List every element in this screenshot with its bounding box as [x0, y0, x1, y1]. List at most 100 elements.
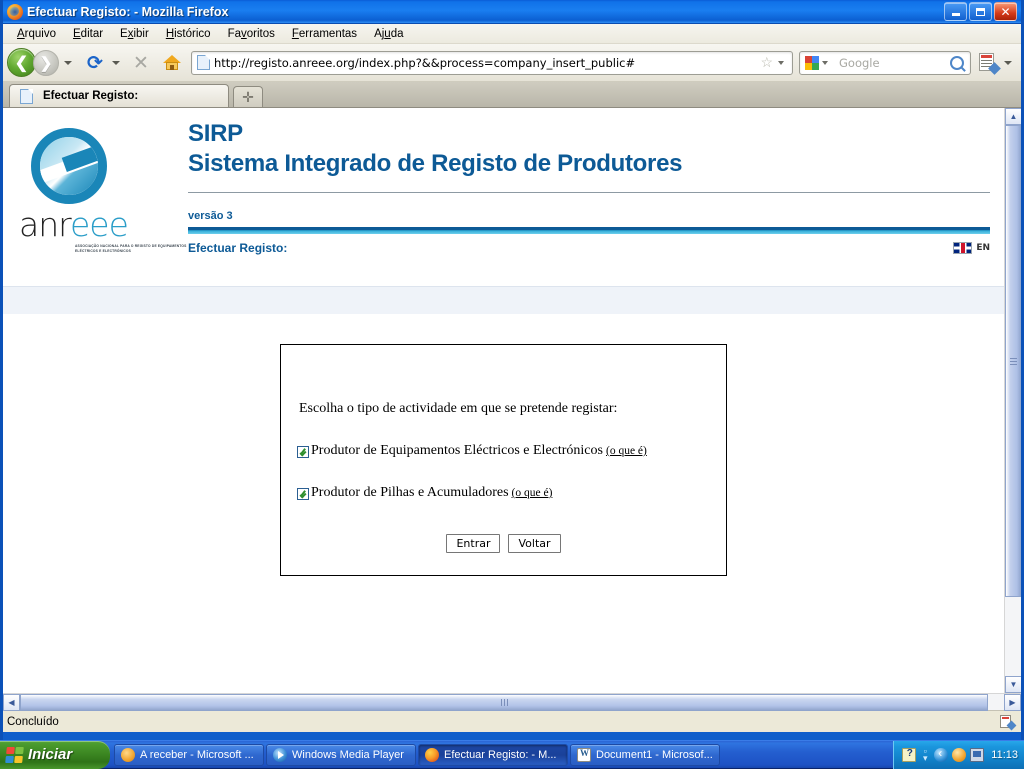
system-tray: ▫▾ 11:13 — [893, 741, 1024, 769]
menu-ajuda[interactable]: Ajuda — [366, 26, 411, 42]
scroll-left-button[interactable]: ◀ — [3, 694, 20, 711]
taskbar-items: A receber - Microsoft ... Windows Media … — [110, 744, 893, 766]
taskbar-item-word[interactable]: Document1 - Microsof... — [570, 744, 720, 766]
language-code: EN — [976, 243, 990, 253]
tab-efectuar-registo[interactable]: Efectuar Registo: — [9, 84, 229, 107]
option-row-batteries[interactable]: Produtor de Pilhas e Acumuladores(o que … — [297, 485, 726, 501]
site-header: anreee ASSOCIAÇÃO NACIONAL PARA O REGIST… — [3, 108, 1004, 286]
tray-blue-icon[interactable] — [934, 748, 948, 762]
word-icon — [577, 748, 591, 762]
help-icon[interactable] — [902, 748, 916, 762]
taskbar-item-firefox[interactable]: Efectuar Registo: - M... — [418, 744, 568, 766]
horizontal-scrollbar[interactable]: ◀ ▶ — [3, 693, 1021, 710]
feed-subscribe-icon[interactable] — [977, 52, 999, 74]
start-label: Iniciar — [28, 746, 72, 763]
vertical-scroll-thumb[interactable] — [1005, 125, 1021, 597]
network-icon[interactable] — [970, 748, 984, 762]
taskbar-item-wmp[interactable]: Windows Media Player — [266, 744, 416, 766]
header-divider — [188, 192, 990, 193]
search-input[interactable]: Google — [839, 56, 950, 70]
search-engine-dropdown-icon[interactable] — [822, 61, 828, 65]
menu-ferramentas[interactable]: Ferramentas — [284, 26, 365, 42]
form-prompt: Escolha o tipo de actividade em que se p… — [299, 401, 726, 417]
tab-label: Efectuar Registo: — [43, 90, 138, 102]
stop-icon[interactable]: ✕ — [129, 51, 153, 75]
anreee-logo-icon — [31, 128, 107, 204]
breadcrumb: Efectuar Registo: EN — [188, 241, 990, 255]
browser-window: Efectuar Registo: - Mozilla Firefox ✕ Ar… — [0, 0, 1024, 740]
toolbar-overflow-icon[interactable] — [1004, 61, 1012, 65]
horizontal-scroll-thumb[interactable] — [20, 694, 988, 711]
site-logo[interactable]: anreee ASSOCIAÇÃO NACIONAL PARA O REGIST… — [3, 120, 188, 286]
tabbar: Efectuar Registo: ✛ — [3, 82, 1021, 108]
history-dropdown-icon[interactable] — [64, 61, 72, 65]
uk-flag-icon — [953, 242, 972, 254]
submit-button[interactable]: Entrar — [446, 534, 500, 553]
option-label-eee: Produtor de Equipamentos Eléctricos e El… — [311, 443, 647, 459]
google-icon — [805, 56, 819, 70]
back-icon[interactable]: ❮ — [7, 48, 36, 77]
minimize-button[interactable] — [944, 2, 967, 21]
page-title-acronym: SIRP — [188, 120, 990, 148]
vertical-scrollbar[interactable]: ▲ ▼ — [1004, 108, 1021, 693]
taskbar-item-label: A receber - Microsoft ... — [140, 749, 254, 761]
bookmark-star-icon[interactable]: ☆ — [760, 54, 773, 71]
header-strip — [3, 286, 1004, 314]
wmp-icon — [273, 748, 287, 762]
form-actions: Entrar Voltar — [281, 534, 726, 553]
scroll-grip-icon — [1010, 358, 1017, 365]
logo-subtitle: ASSOCIAÇÃO NACIONAL PARA O REGISTO DE EQ… — [75, 244, 187, 254]
menu-favoritos[interactable]: Favoritos — [220, 26, 283, 42]
menu-historico[interactable]: Histórico — [158, 26, 219, 42]
scroll-down-button[interactable]: ▼ — [1005, 676, 1021, 693]
window-controls: ✕ — [944, 2, 1019, 21]
tab-page-icon — [20, 89, 33, 104]
vertical-scroll-track[interactable] — [1005, 125, 1021, 676]
window-titlebar[interactable]: Efectuar Registo: - Mozilla Firefox ✕ — [3, 0, 1021, 24]
menu-exibir[interactable]: Exibir — [112, 26, 157, 42]
taskbar-item-label: Document1 - Microsof... — [596, 749, 713, 761]
reload-dropdown-icon[interactable] — [112, 61, 120, 65]
page-icon — [197, 55, 210, 70]
url-dropdown-icon[interactable] — [778, 61, 784, 65]
web-page: anreee ASSOCIAÇÃO NACIONAL PARA O REGIST… — [3, 108, 1004, 693]
content-area: Escolha o tipo de actividade em que se p… — [3, 314, 1004, 576]
start-button[interactable]: Iniciar — [0, 741, 110, 769]
taskbar-item-label: Windows Media Player — [292, 749, 404, 761]
clock[interactable]: 11:13 — [991, 749, 1018, 761]
help-link-batteries[interactable]: (o que é) — [512, 487, 553, 499]
new-tab-button[interactable]: ✛ — [233, 86, 263, 107]
menu-arquivo[interactable]: Arquivo — [9, 26, 64, 42]
tray-expand-icon[interactable]: ▫▾ — [920, 748, 930, 762]
reload-icon[interactable]: ⟳ — [83, 51, 107, 75]
menubar: Arquivo Editar Exibir Histórico Favorito… — [3, 24, 1021, 44]
option-row-eee[interactable]: Produtor de Equipamentos Eléctricos e El… — [297, 443, 726, 459]
maximize-button[interactable] — [969, 2, 992, 21]
horizontal-scroll-track[interactable] — [20, 694, 1004, 710]
checkbox-batteries[interactable] — [297, 488, 309, 500]
scroll-right-button[interactable]: ▶ — [1004, 694, 1021, 711]
help-link-eee[interactable]: (o que é) — [606, 445, 647, 457]
status-feed-icon[interactable] — [999, 715, 1015, 729]
breadcrumb-label: Efectuar Registo: — [188, 241, 953, 255]
back-button[interactable]: Voltar — [508, 534, 560, 553]
address-bar[interactable]: http://registo.anreee.org/index.php?&&pr… — [191, 51, 793, 75]
search-bar[interactable]: Google — [799, 51, 971, 75]
registration-form-card: Escolha o tipo de actividade em que se p… — [280, 344, 727, 576]
forward-icon[interactable]: ❯ — [33, 50, 59, 76]
taskbar-item-outlook[interactable]: A receber - Microsoft ... — [114, 744, 264, 766]
close-icon[interactable]: ✕ — [994, 2, 1017, 21]
home-icon[interactable] — [159, 51, 185, 75]
checkbox-eee[interactable] — [297, 446, 309, 458]
logo-wordmark: anreee — [19, 208, 188, 241]
menu-editar[interactable]: Editar — [65, 26, 111, 42]
outlook-icon — [121, 748, 135, 762]
tray-orange-icon[interactable] — [952, 748, 966, 762]
windows-logo-icon — [5, 747, 24, 763]
url-text: http://registo.anreee.org/index.php?&&pr… — [214, 56, 758, 70]
scroll-up-button[interactable]: ▲ — [1005, 108, 1021, 125]
language-switcher[interactable]: EN — [953, 242, 990, 254]
search-icon[interactable] — [950, 56, 964, 70]
hscroll-grip-icon — [501, 699, 508, 706]
browser-chrome: Arquivo Editar Exibir Histórico Favorito… — [3, 24, 1021, 108]
